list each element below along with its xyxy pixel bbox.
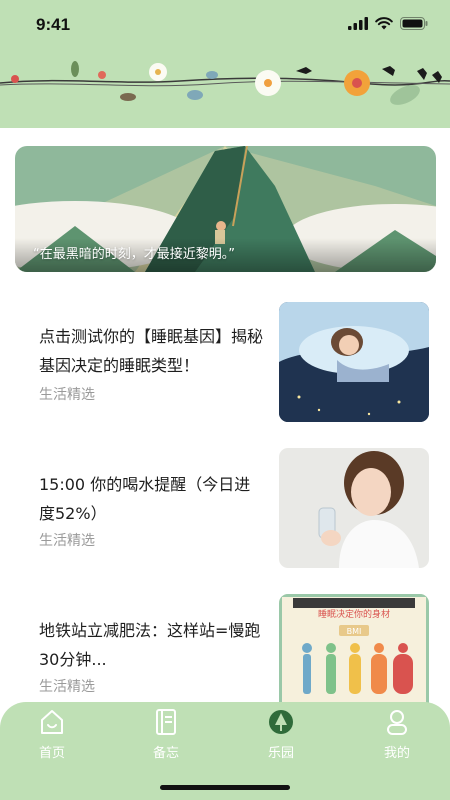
sleeping-girl-illustration[interactable] (279, 302, 429, 422)
header: 9:41 (0, 0, 450, 128)
bmi-subtitle: 睡眠决定你的身材 (318, 608, 390, 620)
wifi-icon (375, 17, 393, 30)
article-title[interactable]: 15:00 你的喝水提醒（今日进度52%） (39, 470, 264, 528)
battery-icon (400, 17, 428, 30)
tab-profile[interactable]: 我的 (362, 708, 432, 764)
tab-profile-label: 我的 (383, 746, 410, 761)
article-title[interactable]: 点击测试你的【睡眠基因】揭秘基因决定的睡眠类型！ (39, 322, 264, 380)
article-tag: 生活精选 (39, 387, 95, 403)
bmi-body-shapes-chart[interactable]: 睡眠决定你的身材 BMI (279, 594, 429, 714)
article-item[interactable]: 点击测试你的【睡眠基因】揭秘基因决定的睡眠类型！ 生活精选 (0, 302, 450, 424)
article-title[interactable]: 地铁站立减肥法：这样站=慢跑30分钟... (39, 616, 264, 674)
home-icon (41, 710, 63, 734)
tab-park-label: 乐园 (267, 746, 294, 761)
park-icon (269, 710, 293, 734)
status-icons (348, 17, 428, 30)
article-item[interactable]: 地铁站立减肥法：这样站=慢跑30分钟... 生活精选 睡眠决定你的身材 BMI (0, 594, 450, 716)
vine-decoration (0, 61, 450, 105)
orange-flower-icon (344, 70, 370, 96)
notebook-icon (156, 709, 176, 735)
status-bar: 9:41 (0, 0, 450, 50)
profile-icon (387, 710, 407, 735)
article-tag: 生活精选 (39, 679, 95, 695)
tab-memo-label: 备忘 (152, 746, 179, 761)
bmi-label: BMI (347, 627, 362, 636)
woman-drinking-water-photo[interactable] (279, 448, 429, 568)
signal-icon (348, 17, 368, 30)
article-item[interactable]: 15:00 你的喝水提醒（今日进度52%） 生活精选 (0, 448, 450, 570)
home-indicator (160, 785, 290, 790)
banner-quote: “在最黑暗的时刻，才最接近黎明。” (33, 247, 235, 262)
tab-park[interactable]: 乐园 (246, 708, 316, 764)
tab-home-label: 首页 (38, 746, 65, 761)
quote-banner[interactable]: “在最黑暗的时刻，才最接近黎明。” (15, 146, 436, 272)
tab-memo[interactable]: 备忘 (131, 708, 201, 764)
tab-home[interactable]: 首页 (17, 708, 87, 764)
status-time: 9:41 (36, 15, 71, 34)
article-tag: 生活精选 (39, 533, 95, 549)
